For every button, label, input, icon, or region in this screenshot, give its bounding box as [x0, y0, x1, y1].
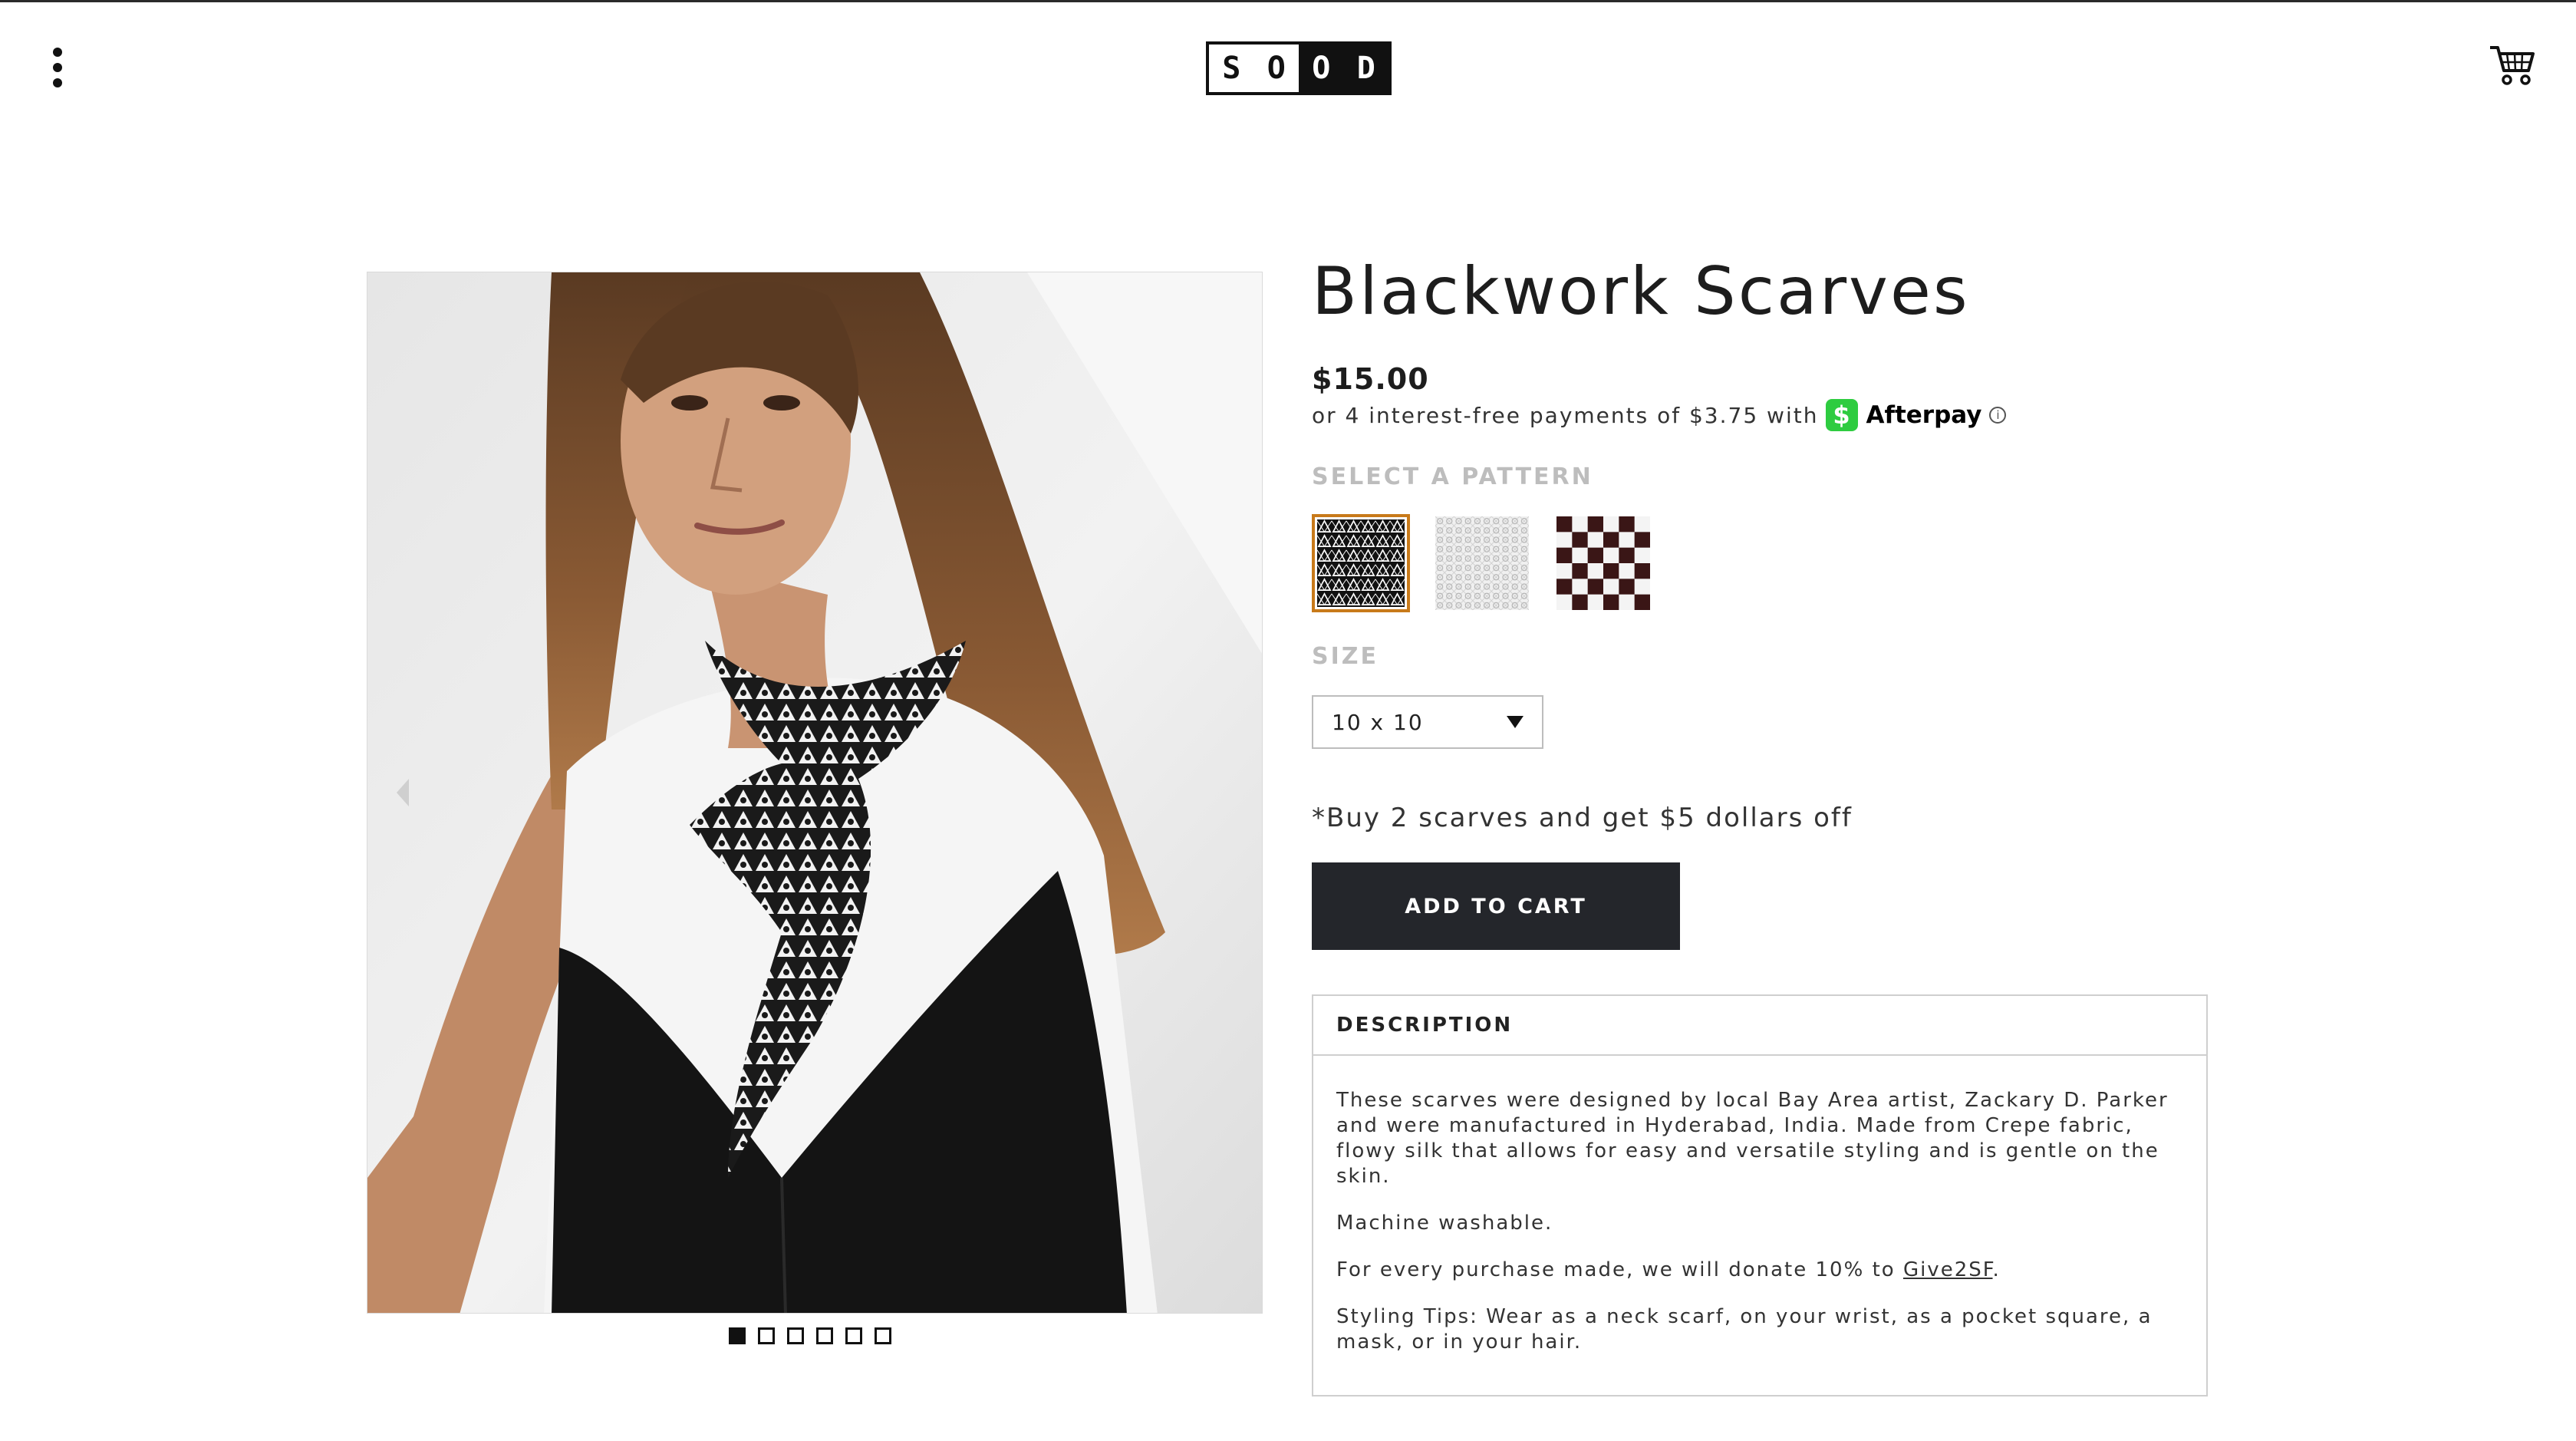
swatch-checkerboard-pattern[interactable] — [1554, 514, 1652, 612]
gallery-dot[interactable] — [816, 1327, 833, 1344]
prev-image-arrow[interactable] — [397, 779, 409, 806]
product-image[interactable] — [367, 272, 1263, 1314]
logo-letter: S — [1209, 45, 1254, 92]
cart-icon[interactable] — [2489, 43, 2536, 86]
donation-text: For every purchase made, we will donate … — [1336, 1258, 1903, 1281]
afterpay-text: or 4 interest-free payments of $3.75 wit… — [1312, 402, 1819, 428]
afterpay-line: or 4 interest-free payments of $3.75 wit… — [1312, 399, 2007, 431]
donation-suffix: . — [1992, 1258, 2001, 1281]
description-paragraph: These scarves were designed by local Bay… — [1336, 1089, 2169, 1188]
caret-down-icon — [1507, 716, 1524, 728]
info-icon[interactable]: i — [1989, 407, 2007, 424]
give2sf-link[interactable]: Give2SF — [1903, 1258, 1993, 1281]
menu-dot — [53, 78, 62, 87]
gallery-dot[interactable] — [875, 1327, 891, 1344]
description-paragraph: For every purchase made, we will donate … — [1336, 1258, 2183, 1283]
gallery-dot[interactable] — [729, 1327, 746, 1344]
site-logo[interactable]: S O O D — [1206, 41, 1392, 95]
logo-letter: O — [1253, 45, 1299, 92]
description-paragraph: Styling Tips: Wear as a neck scarf, on y… — [1336, 1305, 2153, 1354]
description-body: These scarves were designed by local Bay… — [1313, 1056, 2206, 1355]
menu-dot — [53, 63, 62, 72]
size-select[interactable]: 10 x 10 — [1312, 695, 1543, 749]
menu-icon[interactable] — [44, 48, 71, 91]
gallery-dot[interactable] — [758, 1327, 775, 1344]
gallery-dot[interactable] — [845, 1327, 862, 1344]
gallery-dot[interactable] — [787, 1327, 804, 1344]
afterpay-brand: Afterpay — [1866, 401, 1982, 429]
description-paragraph: Machine washable. — [1336, 1212, 1553, 1235]
logo-letter: D — [1343, 45, 1388, 92]
top-border — [0, 0, 2576, 2]
product-price: $15.00 — [1312, 362, 1429, 396]
pattern-swatches — [1312, 514, 1652, 612]
logo-letter: O — [1299, 45, 1344, 92]
add-to-cart-button[interactable]: ADD TO CART — [1312, 862, 1680, 950]
promo-text: *Buy 2 scarves and get $5 dollars off — [1312, 803, 1853, 833]
afterpay-icon: $ — [1826, 399, 1859, 431]
size-label: SIZE — [1312, 643, 1379, 670]
product-title: Blackwork Scarves — [1312, 253, 1970, 330]
menu-dot — [53, 48, 62, 57]
description-header[interactable]: DESCRIPTION — [1313, 996, 2206, 1056]
size-value: 10 x 10 — [1332, 709, 1424, 735]
gallery-pagination — [729, 1327, 891, 1344]
swatch-light-geometric-pattern[interactable] — [1433, 514, 1531, 612]
pattern-label: SELECT A PATTERN — [1312, 463, 1593, 490]
description-panel: DESCRIPTION These scarves were designed … — [1312, 994, 2208, 1396]
swatch-triangle-star-pattern[interactable] — [1312, 514, 1410, 612]
